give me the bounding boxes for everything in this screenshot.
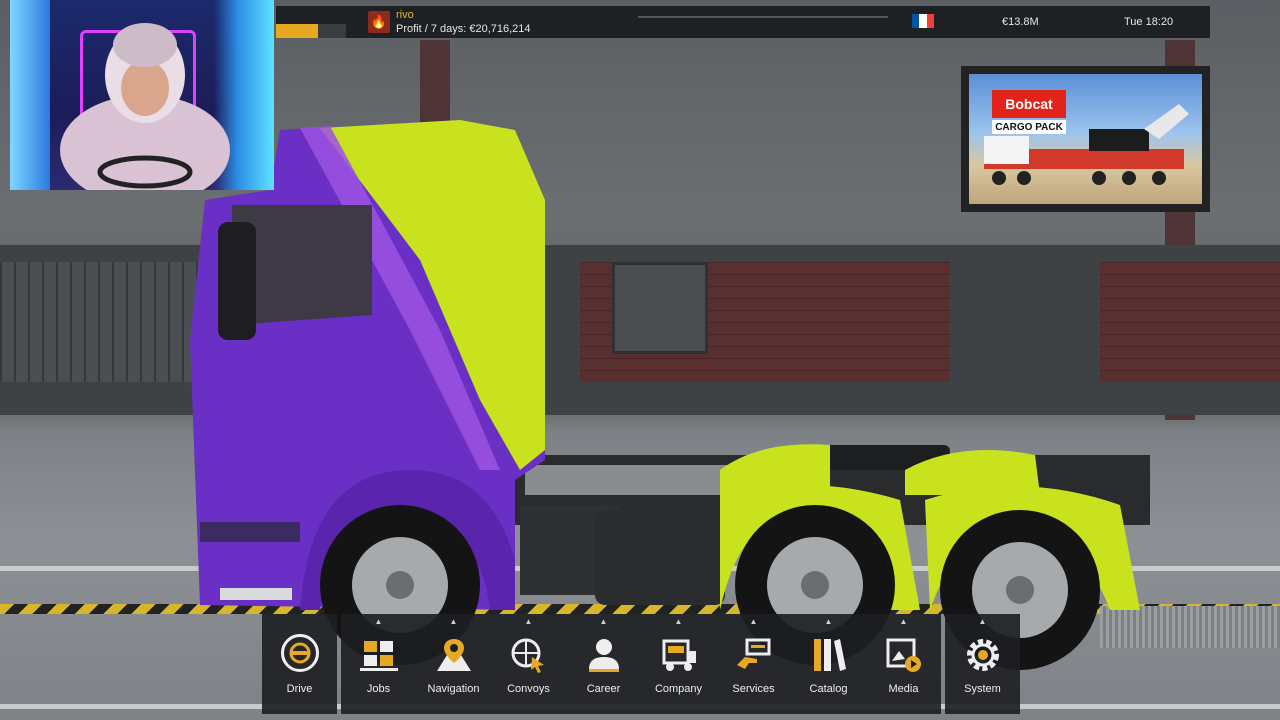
books-icon [808,634,850,676]
game-clock: Tue 18:20 [1124,16,1174,28]
caret-up-icon: ▲ [599,617,608,626]
country-flag-icon [912,14,934,28]
webcam-overlay [10,0,274,190]
menu-label: Jobs [366,683,391,695]
menu-label: Media [888,683,919,695]
cargo-boxes-icon [358,634,400,676]
menu-company[interactable]: ▲ Company [641,614,716,714]
caret-up-icon: ▲ [899,617,908,626]
hand-card-icon [733,634,775,676]
menu-convoys[interactable]: ▲ Convoys [491,614,566,714]
caret-up-icon: ▲ [524,617,533,626]
menu-label: Navigation [427,683,480,695]
caret-up-icon: ▲ [824,617,833,626]
ad-brand-logo: Bobcat [992,90,1066,118]
username: rivo [396,9,414,21]
caret-up-icon: ▲ [978,617,987,626]
person-icon [583,634,625,676]
truck-garage-icon [658,634,700,676]
menu-jobs[interactable]: ▲ Jobs [341,614,416,714]
profit-summary: Profit / 7 days: €20,716,214 [396,23,531,35]
menu-catalog[interactable]: ▲ Catalog [791,614,866,714]
menu-career[interactable]: ▲ Career [566,614,641,714]
menu-label: System [964,683,1001,695]
player-avatar[interactable]: 🔥 [368,11,390,33]
menu-label: Company [654,683,703,695]
caret-up-icon: ▲ [674,617,683,626]
main-menu-bar: Drive ▲ Jobs ▲ Navigation ▲ Convoys ▲ Ca… [262,614,1020,714]
map-pin-icon [433,634,475,676]
ad-title: CARGO PACK [992,120,1066,134]
bank-balance: €13.8M [1002,16,1039,28]
menu-label: Career [586,683,621,695]
xp-progress-bar [276,24,318,38]
globe-cursor-icon [508,634,550,676]
caret-up-icon: ▲ [374,617,383,626]
caret-up-icon: ▲ [749,617,758,626]
level-progress-track [638,16,888,18]
streamer-figure [60,23,230,190]
top-status-bar: 🔥 rivo Profit / 7 days: €20,716,214 €13.… [276,6,1210,38]
steering-wheel-icon [280,634,319,672]
caret-up-icon: ▲ [449,617,458,626]
menu-media[interactable]: ▲ Media [866,614,941,714]
media-play-icon [883,634,925,676]
menu-services[interactable]: ▲ Services [716,614,791,714]
dlc-advertisement[interactable]: Bobcat CARGO PACK [961,66,1210,212]
menu-label: Catalog [809,683,848,695]
menu-label: Drive [286,683,313,695]
menu-label: Convoys [507,683,550,695]
gear-icon [962,634,1004,676]
menu-drive[interactable]: Drive [262,614,337,714]
menu-system[interactable]: ▲ System [945,614,1020,714]
menu-navigation[interactable]: ▲ Navigation [416,614,491,714]
menu-label: Services [732,683,775,695]
